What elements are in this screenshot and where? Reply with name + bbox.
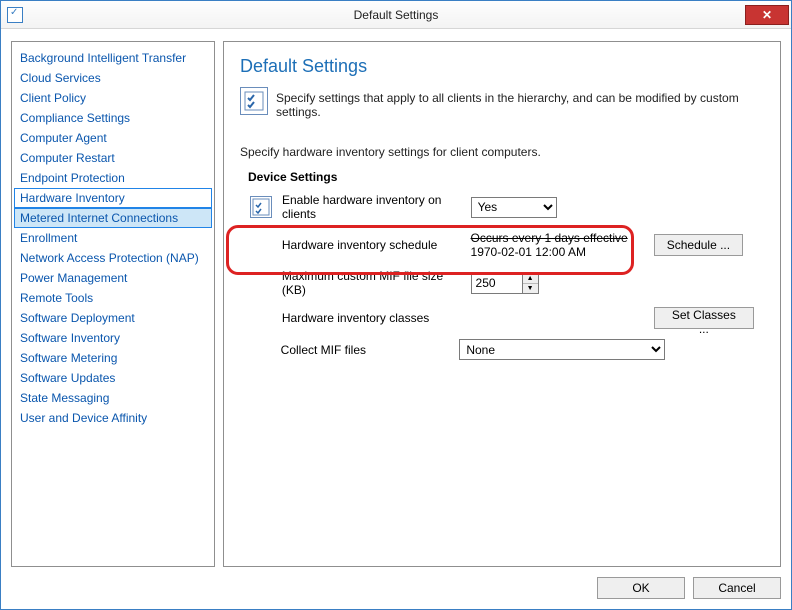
enable-label: Enable hardware inventory on clients [282,193,461,221]
sidebar-item[interactable]: Computer Agent [14,128,212,148]
sidebar-item[interactable]: Metered Internet Connections [14,208,212,228]
window-title: Default Settings [1,8,791,22]
checklist-icon [250,196,272,218]
window-frame: Default Settings ✕ Background Intelligen… [0,0,792,610]
titlebar: Default Settings ✕ [1,1,791,29]
classes-label: Hardware inventory classes [282,311,461,325]
max-mif-spinner[interactable]: ▲ ▼ [471,273,539,294]
schedule-line2: 1970-02-01 12:00 AM [471,245,644,259]
schedule-line1: Occurs every 1 days effective [471,231,644,245]
sidebar-item[interactable]: Hardware Inventory [14,188,212,208]
sidebar-item[interactable]: Enrollment [14,228,212,248]
settings-category-list: Background Intelligent TransferCloud Ser… [11,41,215,567]
sidebar-item[interactable]: State Messaging [14,388,212,408]
row-classes: Hardware inventory classes Set Classes .… [250,307,754,329]
group-title: Device Settings [246,170,339,184]
section-description: Specify hardware inventory settings for … [240,145,764,159]
schedule-value: Occurs every 1 days effective 1970-02-01… [471,231,644,259]
intro-row: Specify settings that apply to all clien… [240,87,764,119]
max-mif-input[interactable] [472,274,522,293]
schedule-button[interactable]: Schedule ... [654,234,743,256]
settings-detail-panel: Default Settings Specify settings that a… [223,41,781,567]
dialog-button-bar: OK Cancel [11,567,781,599]
collect-label: Collect MIF files [281,343,450,357]
max-mif-label: Maximum custom MIF file size (KB) [282,269,461,297]
sidebar-item[interactable]: Client Policy [14,88,212,108]
sidebar-item[interactable]: Software Metering [14,348,212,368]
schedule-label: Hardware inventory schedule [282,238,461,252]
sidebar-item[interactable]: Software Deployment [14,308,212,328]
row-max-mif: Maximum custom MIF file size (KB) ▲ ▼ [250,269,754,297]
sidebar-item[interactable]: Power Management [14,268,212,288]
sidebar-item[interactable]: Software Updates [14,368,212,388]
page-title: Default Settings [240,56,764,77]
ok-button[interactable]: OK [597,577,685,599]
sidebar-item[interactable]: Cloud Services [14,68,212,88]
row-enable: Enable hardware inventory on clients Yes… [250,193,754,221]
sidebar-item[interactable]: Software Inventory [14,328,212,348]
sidebar-item[interactable]: User and Device Affinity [14,408,212,428]
sidebar-item[interactable]: Network Access Protection (NAP) [14,248,212,268]
row-collect: Collect MIF files None [250,339,754,360]
intro-text: Specify settings that apply to all clien… [276,87,764,119]
sidebar-item[interactable]: Endpoint Protection [14,168,212,188]
spinner-up-icon[interactable]: ▲ [523,274,538,284]
client-area: Background Intelligent TransferCloud Ser… [1,29,791,609]
spinner-down-icon[interactable]: ▼ [523,284,538,293]
sidebar-item[interactable]: Remote Tools [14,288,212,308]
device-settings-group: Device Settings [240,179,764,376]
collect-select[interactable]: None [459,339,665,360]
sidebar-item[interactable]: Background Intelligent Transfer [14,48,212,68]
set-classes-button[interactable]: Set Classes ... [654,307,754,329]
sidebar-item[interactable]: Compliance Settings [14,108,212,128]
enable-select[interactable]: YesNo [471,197,557,218]
sidebar-item[interactable]: Computer Restart [14,148,212,168]
cancel-button[interactable]: Cancel [693,577,781,599]
settings-icon [240,87,268,115]
row-schedule: Hardware inventory schedule Occurs every… [250,231,754,259]
columns: Background Intelligent TransferCloud Ser… [11,41,781,567]
